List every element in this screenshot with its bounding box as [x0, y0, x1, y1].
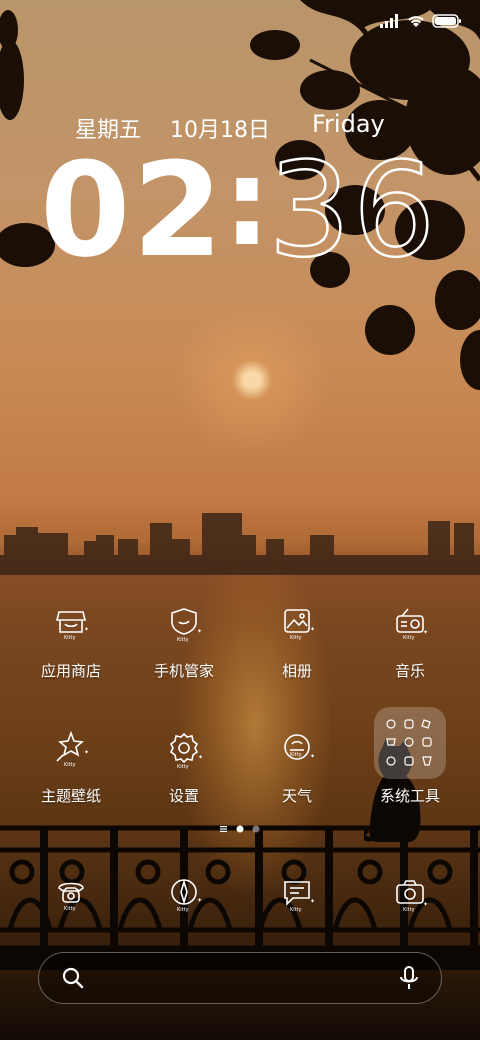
svg-text:✦: ✦	[84, 749, 89, 756]
folder-icon[interactable]	[374, 707, 446, 779]
svg-text:✦: ✦	[84, 626, 89, 633]
status-bar	[380, 10, 462, 32]
app-label: 系统工具	[379, 787, 440, 805]
clock-widget[interactable]: 02 : 36	[40, 134, 460, 286]
search-icon[interactable]	[61, 966, 85, 990]
svg-text:✦: ✦	[198, 754, 203, 761]
app-settings[interactable]: Kitty ✦ 设置	[129, 729, 239, 829]
svg-text:✦: ✦	[423, 901, 428, 908]
svg-text:Kitty: Kitty	[177, 764, 189, 769]
battery-icon	[432, 14, 461, 28]
camera-icon[interactable]: Kitty ✦	[390, 874, 430, 914]
svg-text:Kitty: Kitty	[290, 635, 302, 641]
svg-text:✦: ✦	[197, 897, 202, 904]
app-store[interactable]: Kitty ✦ 应用商店	[16, 604, 126, 704]
app-label: 设置	[168, 787, 199, 805]
svg-text:✦: ✦	[310, 626, 315, 633]
radio-icon: Kitty ✦	[396, 608, 428, 641]
clock-colon: :	[223, 134, 271, 273]
svg-text:✦: ✦	[197, 628, 202, 635]
svg-text:✦: ✦	[310, 898, 315, 905]
app-label: 手机管家	[153, 662, 214, 680]
app-weather[interactable]: Kitty ✦ 天气	[242, 729, 352, 829]
browser-icon[interactable]: Kitty ✦	[164, 874, 204, 914]
app-label: 天气	[281, 787, 312, 805]
svg-text:Kitty: Kitty	[290, 907, 302, 913]
gallery-icon: Kitty ✦	[284, 609, 315, 641]
store-icon: Kitty ✦	[55, 611, 89, 641]
app-label: 相册	[281, 662, 312, 680]
city-skyline	[0, 513, 480, 575]
app-phone-manager[interactable]: Kitty ✦ 手机管家	[129, 604, 239, 704]
clock-hours: 02	[40, 134, 225, 286]
app-label: 主题壁纸	[40, 787, 101, 805]
svg-text:Kitty: Kitty	[64, 635, 76, 641]
svg-text:✦: ✦	[423, 629, 428, 636]
page-indicator[interactable]	[219, 824, 261, 834]
app-label: 音乐	[394, 662, 425, 680]
app-music[interactable]: Kitty ✦ 音乐	[355, 604, 465, 704]
svg-text:Kitty: Kitty	[403, 907, 415, 913]
svg-text:Kitty: Kitty	[177, 907, 189, 913]
weather-icon: Kitty ✦	[284, 734, 315, 760]
wifi-icon	[408, 16, 424, 27]
theme-brush-icon: Kitty ✦	[56, 730, 89, 768]
messages-icon[interactable]: Kitty ✦	[277, 874, 317, 914]
clock-minutes: 36	[267, 134, 438, 286]
svg-text:✦: ✦	[310, 753, 315, 760]
app-gallery[interactable]: Kitty ✦ 相册	[242, 604, 352, 704]
svg-text:Kitty: Kitty	[177, 637, 189, 643]
svg-text:Kitty: Kitty	[290, 752, 302, 758]
app-label: 应用商店	[40, 662, 101, 680]
gear-icon: Kitty ✦	[169, 732, 203, 769]
shield-icon: Kitty ✦	[171, 608, 202, 643]
search-bar[interactable]	[38, 952, 442, 1004]
svg-text:Kitty: Kitty	[64, 906, 76, 912]
svg-text:Kitty: Kitty	[403, 635, 415, 641]
signal-icon	[380, 14, 398, 28]
mic-icon[interactable]	[397, 965, 421, 991]
folder-grid-icon	[386, 719, 432, 766]
svg-text:Kitty: Kitty	[64, 762, 76, 768]
app-themes[interactable]: Kitty ✦ 主题壁纸	[16, 729, 126, 829]
phone-icon[interactable]: Kitty	[51, 874, 91, 914]
